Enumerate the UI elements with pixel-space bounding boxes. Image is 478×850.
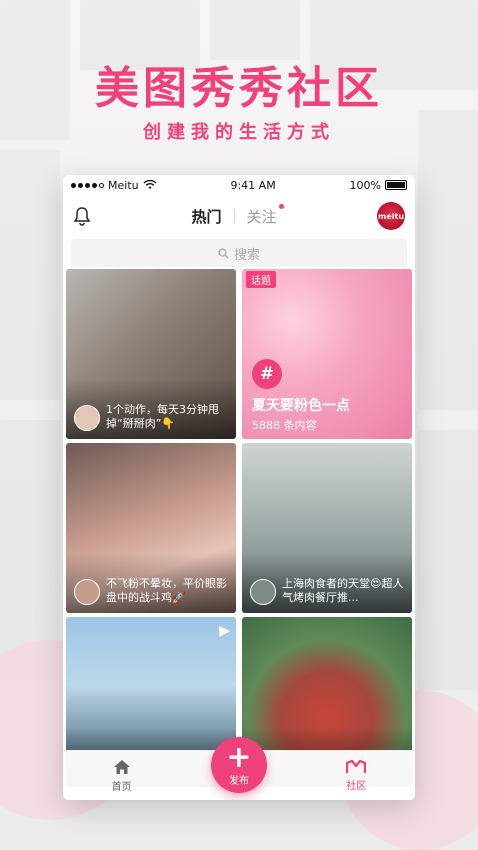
battery-icon bbox=[385, 180, 407, 190]
tab-community-label: 社区 bbox=[346, 780, 367, 792]
promo-title: 美图秀秀社区 bbox=[95, 63, 383, 114]
home-icon bbox=[113, 759, 130, 774]
card-caption: 1个动作，每天3分钟甩掉“掰掰肉”👇 bbox=[106, 403, 219, 430]
tab-home[interactable]: 首页 bbox=[82, 759, 162, 793]
tab-follow-label: 关注 bbox=[246, 207, 277, 226]
author-avatar[interactable] bbox=[250, 579, 276, 605]
feed-card[interactable]: 不飞粉不晕妆，平价眼影盘中的战斗鸡🚀 bbox=[66, 443, 236, 613]
battery-percent: 100% bbox=[349, 178, 381, 192]
user-avatar[interactable]: meitu bbox=[377, 202, 405, 230]
notification-dot bbox=[278, 203, 284, 209]
card-caption: 不飞粉不晕妆，平价眼影盘中的战斗鸡🚀 bbox=[106, 577, 227, 604]
author-avatar[interactable] bbox=[74, 405, 100, 431]
phone-screen: Meitu 9:41 AM 100% 热门 关注 meitu 搜索 1个动作，每… bbox=[63, 175, 415, 800]
bg-photo bbox=[210, 0, 300, 60]
topic-tag: 话题 bbox=[246, 271, 276, 288]
feed-card[interactable]: 1个动作，每天3分钟甩掉“掰掰肉”👇 bbox=[66, 269, 236, 439]
card-caption-row: 上海肉食者的天堂😍超人气烤肉餐厅推... bbox=[250, 577, 406, 605]
wifi-icon bbox=[143, 180, 157, 189]
bg-photo bbox=[0, 150, 60, 400]
promo-subtitle: 创建我的生活方式 bbox=[143, 122, 335, 143]
card-caption-row: 不飞粉不晕妆，平价眼影盘中的战斗鸡🚀 bbox=[74, 577, 230, 605]
publish-label: 发布 bbox=[229, 775, 249, 787]
bg-photo bbox=[418, 430, 478, 690]
hashtag-icon: # bbox=[252, 359, 282, 389]
tab-hot[interactable]: 热门 bbox=[191, 206, 221, 227]
tab-home-label: 首页 bbox=[111, 781, 132, 793]
search-bar[interactable]: 搜索 bbox=[71, 239, 407, 267]
tab-community[interactable]: 社区 bbox=[316, 759, 396, 792]
carrier-label: Meitu bbox=[108, 178, 139, 192]
search-placeholder: 搜索 bbox=[233, 247, 260, 263]
battery-status: 100% bbox=[350, 179, 407, 192]
status-left: Meitu bbox=[71, 179, 157, 192]
status-time: 9:41 AM bbox=[230, 178, 276, 192]
bg-photo bbox=[418, 110, 478, 410]
community-m-icon bbox=[346, 759, 367, 773]
video-play-icon: ▶ bbox=[219, 623, 230, 639]
card-caption-row: 1个动作，每天3分钟甩掉“掰掰肉”👇 bbox=[74, 403, 230, 431]
topic-count: 5888 条内容 bbox=[252, 419, 317, 432]
publish-button[interactable]: + 发布 bbox=[211, 737, 267, 793]
tab-divider bbox=[233, 209, 235, 223]
top-nav: 热门 关注 meitu bbox=[63, 195, 415, 237]
feed-grid: 1个动作，每天3分钟甩掉“掰掰肉”👇 话题 # 夏天要粉色一点 5888 条内容… bbox=[66, 269, 412, 787]
bell-icon[interactable] bbox=[73, 206, 91, 226]
author-avatar[interactable] bbox=[74, 579, 100, 605]
plus-icon: + bbox=[226, 739, 252, 775]
status-bar: Meitu 9:41 AM 100% bbox=[63, 175, 415, 195]
topic-card[interactable]: 话题 # 夏天要粉色一点 5888 条内容 bbox=[242, 269, 412, 439]
tab-follow[interactable]: 关注 bbox=[246, 203, 284, 227]
card-caption: 上海肉食者的天堂😍超人气烤肉餐厅推... bbox=[282, 577, 404, 604]
feed-tabs: 热门 关注 bbox=[191, 203, 284, 227]
signal-dots-icon bbox=[71, 182, 104, 188]
topic-title: 夏天要粉色一点 bbox=[252, 398, 350, 414]
feed-card[interactable]: 上海肉食者的天堂😍超人气烤肉餐厅推... bbox=[242, 443, 412, 613]
search-icon bbox=[218, 247, 229, 258]
